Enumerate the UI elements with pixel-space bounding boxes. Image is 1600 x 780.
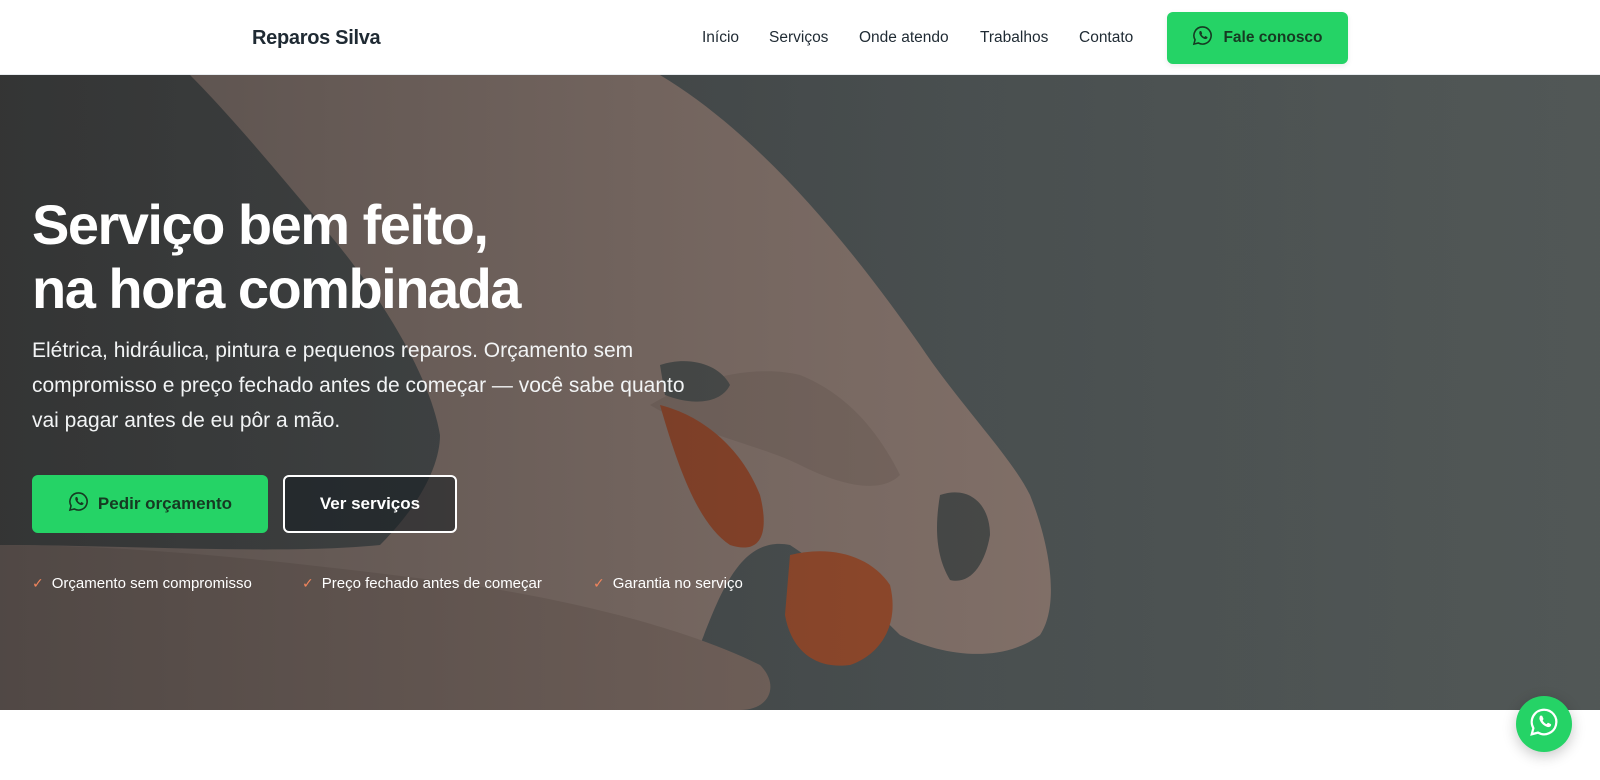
main-nav: Início Serviços Onde atendo Trabalhos Co… [0, 29, 1600, 49]
badge-orcamento: ✓ Orçamento sem compromisso [32, 575, 252, 592]
check-icon: ✓ [302, 575, 314, 591]
pedir-orcamento-label: Pedir orçamento [97, 494, 233, 513]
ver-servicos-label: Ver serviços [319, 494, 421, 513]
whatsapp-icon [68, 491, 89, 517]
nav-link-servicos[interactable]: Serviços [769, 29, 828, 47]
nav-link-trabalhos[interactable]: Trabalhos [980, 29, 1048, 47]
badge-preco-fechado: ✓ Preço fechado antes de começar [302, 575, 542, 592]
hero-section: Serviço bem feito, na hora combinada Elé… [0, 75, 1600, 710]
ver-servicos-button[interactable]: Ver serviços [283, 475, 457, 533]
nav-link-inicio[interactable]: Início [702, 29, 739, 47]
fale-conosco-button[interactable]: Fale conosco [1167, 12, 1348, 64]
floating-whatsapp-button[interactable] [1516, 696, 1572, 752]
badge-label: Preço fechado antes de começar [321, 575, 542, 592]
check-icon: ✓ [32, 575, 44, 591]
badge-garantia: ✓ Garantia no serviço [593, 575, 743, 592]
fale-conosco-label: Fale conosco [1223, 29, 1323, 46]
whatsapp-icon [1192, 25, 1213, 51]
hero-title: Serviço bem feito, na hora combinada [32, 193, 732, 321]
hero-subtitle: Elétrica, hidráulica, pintura e pequenos… [32, 339, 685, 432]
check-icon: ✓ [593, 575, 605, 591]
nav-link-contato[interactable]: Contato [1079, 29, 1133, 47]
hero-title-line-2: na hora combinada [32, 257, 521, 320]
nav-link-onde-atendo[interactable]: Onde atendo [859, 29, 949, 47]
hero-badges: ✓ Orçamento sem compromisso ✓ Preço fech… [32, 575, 932, 595]
hero-title-line-1: Serviço bem feito, [32, 193, 489, 256]
pedir-orcamento-button[interactable]: Pedir orçamento [32, 475, 268, 533]
badge-label: Orçamento sem compromisso [51, 575, 252, 592]
whatsapp-icon [1529, 707, 1559, 742]
site-header: Reparos Silva Início Serviços Onde atend… [0, 0, 1600, 75]
badge-label: Garantia no serviço [612, 575, 743, 592]
